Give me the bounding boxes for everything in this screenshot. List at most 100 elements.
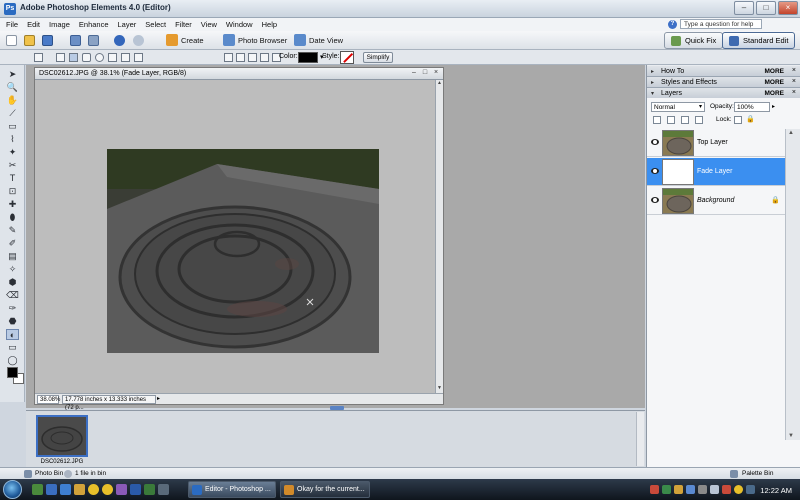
opacity-field[interactable]: 100% xyxy=(734,102,770,112)
styles-more-button[interactable]: MORE xyxy=(765,79,785,86)
quick-fix-button[interactable]: Quick Fix xyxy=(664,32,724,49)
standard-edit-button[interactable]: Standard Edit xyxy=(722,32,796,49)
scroll-up-arrow-icon[interactable]: ▲ xyxy=(436,80,443,88)
layers-more-button[interactable]: MORE xyxy=(765,90,785,97)
polygon-shape-icon[interactable] xyxy=(108,53,117,62)
document-titlebar[interactable]: DSC02612.JPG @ 38.1% (Fade Layer, RGB/8)… xyxy=(35,68,443,80)
manhole-photo[interactable] xyxy=(107,149,379,353)
quick-launch-icon[interactable] xyxy=(46,484,57,495)
print-icon[interactable] xyxy=(88,35,99,46)
brush-tool-icon[interactable]: ⌫ xyxy=(6,290,19,301)
menu-view[interactable]: View xyxy=(201,20,217,29)
menu-filter[interactable]: Filter xyxy=(175,20,192,29)
tray-icon[interactable] xyxy=(674,485,683,494)
date-view-button[interactable]: Date View xyxy=(294,34,343,46)
lock-transparent-checkbox[interactable] xyxy=(734,116,742,124)
layers-close-icon[interactable]: × xyxy=(792,89,796,96)
menu-window[interactable]: Window xyxy=(226,20,253,29)
visibility-eye-icon[interactable] xyxy=(651,168,659,174)
shape-mode-add-icon[interactable] xyxy=(236,53,245,62)
minimize-button[interactable]: – xyxy=(734,1,754,15)
menu-select[interactable]: Select xyxy=(145,20,166,29)
blur-tool-icon[interactable]: ▭ xyxy=(6,342,19,353)
zoom-tool-icon[interactable]: 🔍 xyxy=(6,82,19,93)
how-to-more-button[interactable]: MORE xyxy=(765,68,785,75)
tray-icon[interactable] xyxy=(662,485,671,494)
menu-layer[interactable]: Layer xyxy=(118,20,137,29)
scroll-up-arrow-icon[interactable]: ▲ xyxy=(788,130,794,136)
photo-browser-button[interactable]: Photo Browser xyxy=(223,34,287,46)
shape-selection-icon[interactable] xyxy=(56,53,65,62)
new-layer-icon[interactable] xyxy=(653,116,661,124)
document-minimize-button[interactable]: – xyxy=(410,69,418,76)
tool-preset-icon[interactable] xyxy=(34,53,43,62)
how-to-close-icon[interactable]: × xyxy=(792,67,796,74)
menu-image[interactable]: Image xyxy=(49,20,70,29)
photo-bin-label[interactable]: Photo Bin xyxy=(35,470,63,477)
foreground-color-swatch[interactable] xyxy=(7,367,18,378)
clone-stamp-tool-icon[interactable]: ▤ xyxy=(6,251,19,262)
zoom-level-field[interactable]: 38.08% xyxy=(37,395,60,404)
styles-close-icon[interactable]: × xyxy=(792,78,796,85)
quick-launch-icon[interactable] xyxy=(60,484,71,495)
quick-launch-icon[interactable] xyxy=(116,484,127,495)
open-folder-icon[interactable] xyxy=(24,35,35,46)
gradient-tool-icon[interactable]: ⬣ xyxy=(6,316,19,327)
tray-icon[interactable] xyxy=(746,485,755,494)
tray-icon[interactable] xyxy=(734,485,743,494)
quick-launch-icon[interactable] xyxy=(158,484,169,495)
scroll-down-arrow-icon[interactable]: ▼ xyxy=(788,433,794,439)
lasso-tool-icon[interactable]: ⌇ xyxy=(6,134,19,145)
quick-launch-icon[interactable] xyxy=(74,484,85,495)
canvas-area[interactable] xyxy=(35,80,435,393)
marquee-tool-icon[interactable]: ▭ xyxy=(6,121,19,132)
styles-palette-header[interactable]: ▸ Styles and Effects MORE × xyxy=(647,77,800,88)
scroll-down-arrow-icon[interactable]: ▼ xyxy=(436,385,443,393)
blend-mode-select[interactable]: Normal xyxy=(651,102,705,112)
taskbar-button-browser[interactable]: Okay for the current... xyxy=(280,481,370,498)
rectangle-shape-icon[interactable] xyxy=(69,53,78,62)
tray-icon[interactable] xyxy=(650,485,659,494)
tray-icon[interactable] xyxy=(686,485,695,494)
photo-bin-scrollbar[interactable] xyxy=(636,412,644,466)
tray-icon[interactable] xyxy=(722,485,731,494)
eyedropper-tool-icon[interactable]: ⟋ xyxy=(6,108,19,119)
menu-file[interactable]: File xyxy=(6,20,18,29)
straighten-tool-icon[interactable]: ⬮ xyxy=(6,212,19,223)
shape-tool-icon[interactable]: ◐ xyxy=(6,329,19,340)
new-file-icon[interactable] xyxy=(6,35,17,46)
word-icon[interactable] xyxy=(130,484,141,495)
network-icon[interactable] xyxy=(698,485,707,494)
hand-tool-icon[interactable]: ✋ xyxy=(6,95,19,106)
pencil-tool-icon[interactable]: ⬢ xyxy=(6,277,19,288)
menu-edit[interactable]: Edit xyxy=(27,20,40,29)
photo-bin-icon[interactable] xyxy=(24,470,32,478)
how-to-palette-header[interactable]: ▸ How To MORE × xyxy=(647,66,800,77)
quick-launch-icon[interactable] xyxy=(32,484,43,495)
style-picker[interactable] xyxy=(340,51,354,64)
shape-mode-subtract-icon[interactable] xyxy=(248,53,257,62)
layer-row-fade-layer[interactable]: Fade Layer xyxy=(647,158,785,186)
healing-brush-tool-icon[interactable]: ✐ xyxy=(6,238,19,249)
help-search-input[interactable]: Type a question for help xyxy=(680,19,762,29)
status-menu-arrow-icon[interactable]: ▸ xyxy=(157,395,165,404)
move-tool-icon[interactable]: ➤ xyxy=(6,69,19,80)
shape-mode-intersect-icon[interactable] xyxy=(260,53,269,62)
red-eye-tool-icon[interactable]: ✎ xyxy=(6,225,19,236)
type-tool-icon[interactable]: T xyxy=(6,173,19,184)
magic-wand-tool-icon[interactable]: ✦ xyxy=(6,147,19,158)
document-close-button[interactable]: × xyxy=(432,69,440,76)
adjustment-layer-icon[interactable] xyxy=(667,116,675,124)
bin-options-icon[interactable] xyxy=(64,470,72,478)
visibility-eye-icon[interactable] xyxy=(651,139,659,145)
menu-enhance[interactable]: Enhance xyxy=(79,20,109,29)
palette-bin-label[interactable]: Palette Bin xyxy=(742,470,773,477)
palette-bin-icon[interactable] xyxy=(730,470,738,478)
maximize-button[interactable]: □ xyxy=(756,1,776,15)
paint-bucket-tool-icon[interactable]: ✑ xyxy=(6,303,19,314)
crop-tool-icon[interactable]: ⊡ xyxy=(6,186,19,197)
line-shape-icon[interactable] xyxy=(121,53,130,62)
visibility-eye-icon[interactable] xyxy=(651,197,659,203)
layers-scrollbar[interactable]: ▲ ▼ xyxy=(785,129,800,440)
print-preview-icon[interactable] xyxy=(70,35,81,46)
